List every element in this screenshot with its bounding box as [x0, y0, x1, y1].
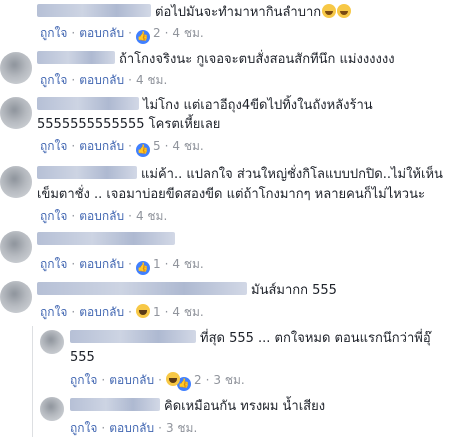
timestamp[interactable]: 4 ชม.	[172, 305, 203, 319]
commenter-name[interactable]	[37, 166, 137, 179]
commenter-name[interactable]	[37, 282, 247, 295]
like-link[interactable]: ถูกใจ	[70, 373, 97, 387]
haha-reaction-icon[interactable]	[135, 304, 150, 318]
like-link[interactable]: ถูกใจ	[70, 421, 97, 435]
timestamp[interactable]: 4 ชม.	[172, 26, 203, 40]
reply-link[interactable]: ตอบกลับ	[109, 421, 154, 435]
reply-body-line2: 555	[70, 350, 95, 365]
comment-body: ถ้าโกงจริงนะ กูเจอจะตบสั่งสอนสักทีนึก แม…	[37, 51, 395, 69]
haha-reaction-icon[interactable]	[165, 372, 180, 386]
reply-body-line1: ที่สุด 555 ... ตกใจหมด ตอนแรกนึกว่าพี่อุ…	[70, 330, 431, 348]
avatar[interactable]	[40, 330, 64, 354]
comment-actions: ถูกใจ · ตอบกลับ · 4 ชม.	[40, 73, 168, 87]
avatar[interactable]	[40, 397, 64, 421]
comment-actions: ถูกใจ · ตอบกลับ · 👍 5 · 4 ชม.	[40, 139, 204, 157]
reply-link[interactable]: ตอบกลับ	[79, 305, 124, 319]
comment-body: ต่อไปมันจะทำมาหากินลำบาก	[37, 4, 352, 22]
comment-body: มันส์มากก 555	[37, 282, 337, 300]
reply-link[interactable]: ตอบกลับ	[109, 373, 154, 387]
reply-actions: ถูกใจ · ตอบกลับ · 👍 2 · 3 ชม.	[70, 372, 245, 391]
comment-body	[37, 232, 179, 250]
laughing-emoji-icon	[337, 4, 352, 18]
avatar[interactable]	[0, 166, 32, 198]
like-link[interactable]: ถูกใจ	[40, 26, 67, 40]
comment-body-line2: เข็มตาชั่ง .. เจอมาบ่อยขีดสองขีด แต่ถ้าโ…	[37, 187, 425, 202]
like-link[interactable]: ถูกใจ	[40, 257, 67, 271]
reaction-count[interactable]: 1	[153, 305, 161, 319]
commenter-name[interactable]	[37, 51, 115, 64]
reply-actions: ถูกใจ · ตอบกลับ · 3 ชม.	[70, 421, 198, 435]
reply-link[interactable]: ตอบกลับ	[79, 73, 124, 87]
laughing-emoji-icon	[322, 4, 337, 18]
avatar[interactable]	[0, 281, 32, 313]
commenter-name[interactable]	[37, 232, 175, 245]
commenter-name[interactable]	[37, 4, 151, 17]
reaction-count[interactable]: 2	[194, 373, 202, 387]
like-link[interactable]: ถูกใจ	[40, 139, 67, 153]
comment-actions: ถูกใจ · ตอบกลับ · 👍 1 · 4 ชม.	[40, 257, 204, 275]
reply-link[interactable]: ตอบกลับ	[79, 26, 124, 40]
avatar[interactable]	[0, 231, 32, 263]
timestamp[interactable]: 4 ชม.	[172, 139, 203, 153]
commenter-name[interactable]	[70, 398, 160, 411]
comment-actions: ถูกใจ · ตอบกลับ · 4 ชม.	[40, 209, 168, 223]
reply-link[interactable]: ตอบกลับ	[79, 209, 124, 223]
commenter-name[interactable]	[37, 97, 139, 110]
like-link[interactable]: ถูกใจ	[40, 73, 67, 87]
like-reaction-icon[interactable]: 👍	[135, 30, 150, 44]
commenter-name[interactable]	[70, 330, 196, 343]
like-reaction-icon[interactable]: 👍	[135, 143, 150, 157]
reply-body: คิดเหมือนกัน ทรงผม น้ำเสียง	[70, 398, 325, 416]
comment-body-line1: ไม่โกง แต่เอาอีถุง4ขีดไปทิ้งในถังหลังร้า…	[37, 97, 373, 115]
like-link[interactable]: ถูกใจ	[40, 305, 67, 319]
reply-link[interactable]: ตอบกลับ	[79, 257, 124, 271]
timestamp[interactable]: 4 ชม.	[172, 257, 203, 271]
timestamp[interactable]: 3 ชม.	[166, 421, 197, 435]
reply-thread-line	[32, 326, 33, 437]
comment-body-line2: 5555555555555 โครตเหี้ยเลย	[37, 117, 221, 132]
comment-body-line1: แม่ค้า.. แปลกใจ ส่วนใหญ่ชั่งกิโลแบบปกปิด…	[37, 166, 443, 184]
comment-actions: ถูกใจ · ตอบกลับ · 👍 2 · 4 ชม.	[40, 26, 204, 44]
reply-link[interactable]: ตอบกลับ	[79, 139, 124, 153]
reaction-count[interactable]: 5	[153, 139, 161, 153]
avatar[interactable]	[0, 97, 32, 129]
timestamp[interactable]: 4 ชม.	[136, 209, 167, 223]
reaction-count[interactable]: 1	[153, 257, 161, 271]
reaction-count[interactable]: 2	[153, 26, 161, 40]
timestamp[interactable]: 3 ชม.	[213, 373, 244, 387]
avatar[interactable]	[0, 52, 32, 84]
timestamp[interactable]: 4 ชม.	[136, 73, 167, 87]
like-link[interactable]: ถูกใจ	[40, 209, 67, 223]
like-reaction-icon[interactable]: 👍	[135, 261, 150, 275]
comment-actions: ถูกใจ · ตอบกลับ · 1 · 4 ชม.	[40, 304, 204, 319]
